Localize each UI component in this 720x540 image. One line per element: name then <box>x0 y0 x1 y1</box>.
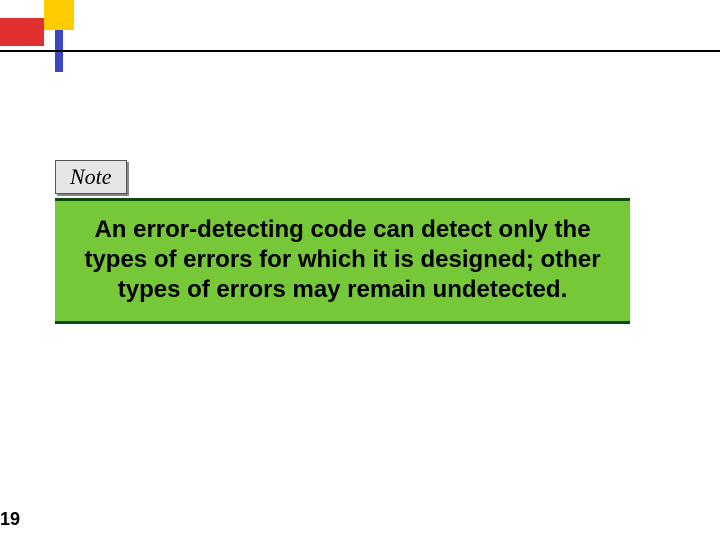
red-bar <box>0 18 44 46</box>
decorative-corner <box>0 0 120 80</box>
note-body-text: An error-detecting code can detect only … <box>55 198 630 324</box>
note-label: Note <box>55 160 127 194</box>
note-box: Note An error-detecting code can detect … <box>55 160 630 324</box>
yellow-square <box>44 0 74 30</box>
horizontal-divider <box>0 50 720 52</box>
page-number: 19 <box>0 509 20 530</box>
